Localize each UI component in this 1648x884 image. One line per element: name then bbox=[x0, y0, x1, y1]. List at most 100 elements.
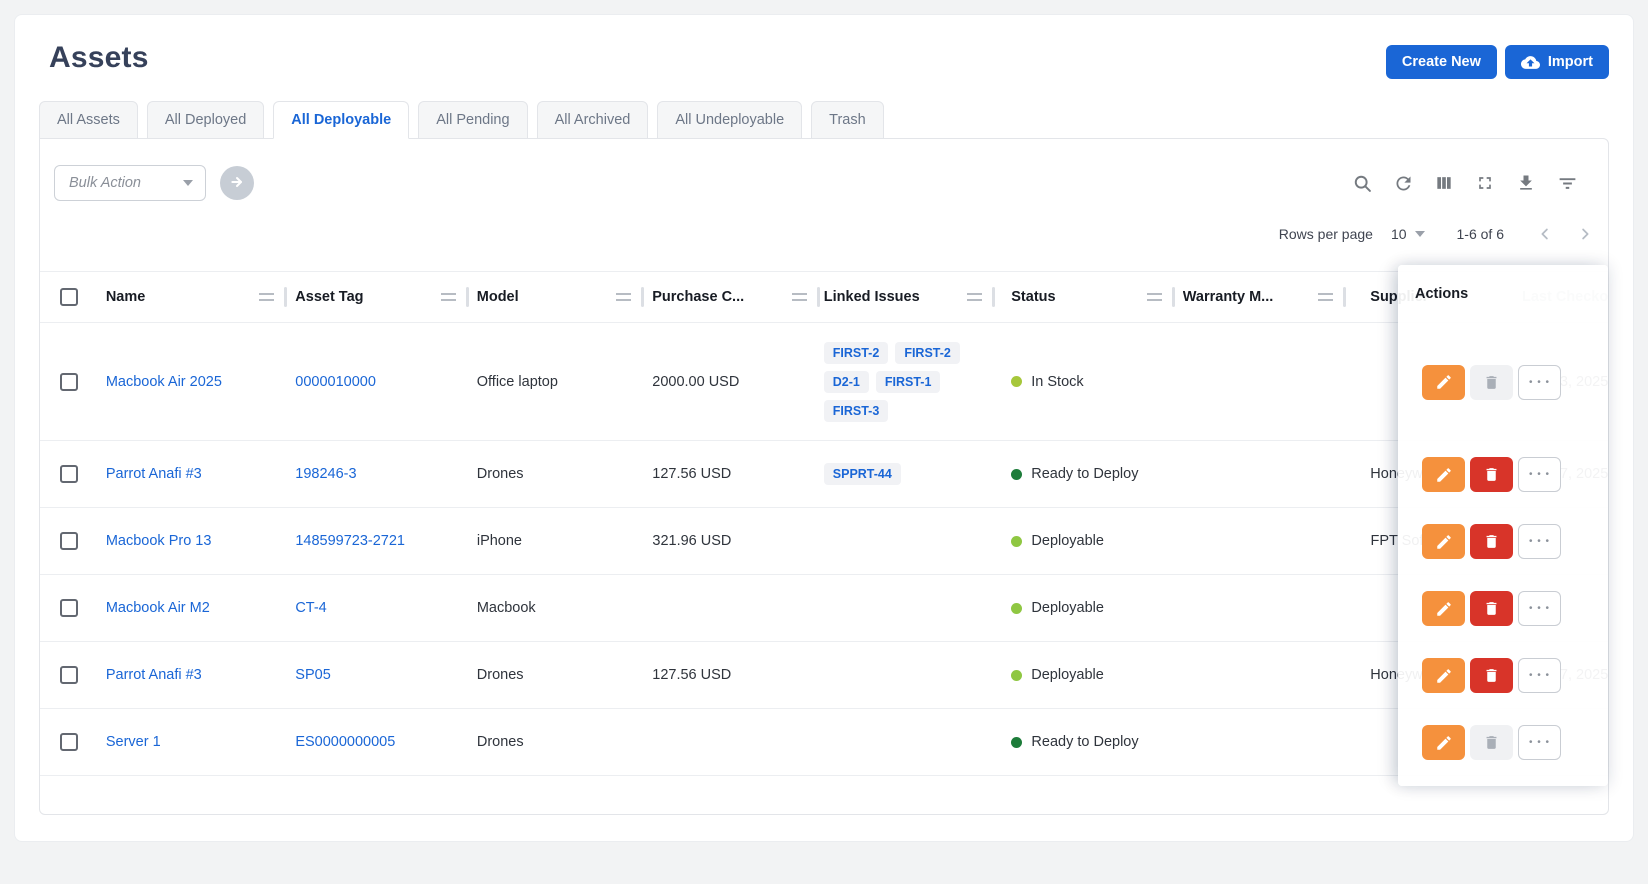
page-title: Assets bbox=[49, 41, 149, 75]
next-page-icon[interactable] bbox=[1572, 221, 1598, 247]
model-cell: iPhone bbox=[469, 533, 645, 549]
drag-handle-icon[interactable] bbox=[1147, 293, 1162, 301]
delete-button[interactable] bbox=[1470, 457, 1513, 492]
apply-bulk-action-button[interactable] bbox=[220, 166, 254, 200]
more-actions-button[interactable] bbox=[1518, 524, 1561, 559]
purchase-cost-cell: 2000.00 USD bbox=[644, 374, 820, 390]
status-dot bbox=[1011, 603, 1022, 614]
asset-name-link[interactable]: Server 1 bbox=[106, 734, 161, 750]
edit-button[interactable] bbox=[1422, 725, 1465, 760]
model-cell: Macbook bbox=[469, 600, 645, 616]
more-actions-button[interactable] bbox=[1518, 725, 1561, 760]
import-button[interactable]: Import bbox=[1505, 45, 1609, 79]
asset-tag-link[interactable]: 198246-3 bbox=[295, 466, 356, 482]
issue-chip[interactable]: D2-1 bbox=[824, 371, 869, 393]
select-all-checkbox[interactable] bbox=[60, 288, 78, 306]
column-header-status[interactable]: Status bbox=[1011, 289, 1141, 305]
edit-button[interactable] bbox=[1422, 591, 1465, 626]
purchase-cost-cell: 127.56 USD bbox=[644, 466, 820, 482]
row-checkbox[interactable] bbox=[60, 373, 78, 391]
create-new-label: Create New bbox=[1402, 54, 1481, 70]
delete-button[interactable] bbox=[1470, 524, 1513, 559]
issue-chip[interactable]: FIRST-3 bbox=[824, 400, 889, 422]
drag-handle-icon[interactable] bbox=[441, 293, 456, 301]
drag-handle-icon[interactable] bbox=[616, 293, 631, 301]
tab-all-archived[interactable]: All Archived bbox=[537, 101, 649, 139]
asset-tag-link[interactable]: SP05 bbox=[295, 667, 330, 683]
row-actions bbox=[1398, 441, 1608, 508]
edit-button[interactable] bbox=[1422, 524, 1465, 559]
asset-tag-link[interactable]: 148599723-2721 bbox=[295, 533, 405, 549]
status-dot bbox=[1011, 469, 1022, 480]
row-checkbox[interactable] bbox=[60, 666, 78, 684]
tab-all-assets[interactable]: All Assets bbox=[39, 101, 138, 139]
issue-chip[interactable]: FIRST-2 bbox=[895, 342, 960, 364]
table-tool-icons bbox=[1351, 172, 1586, 194]
asset-name-link[interactable]: Macbook Air 2025 bbox=[106, 374, 222, 390]
card-header: Assets Create New Import bbox=[39, 41, 1609, 79]
edit-button[interactable] bbox=[1422, 457, 1465, 492]
column-header-model[interactable]: Model bbox=[477, 289, 611, 305]
asset-tag-link[interactable]: CT-4 bbox=[295, 600, 326, 616]
table-toolbar: Bulk Action bbox=[40, 139, 1608, 201]
table-header-row: Name Asset Tag Model Purchase C... Linke… bbox=[40, 271, 1608, 323]
filter-icon[interactable] bbox=[1556, 172, 1578, 194]
column-header-name[interactable]: Name bbox=[106, 289, 253, 305]
asset-name-link[interactable]: Parrot Anafi #3 bbox=[106, 667, 202, 683]
column-header-linked-issues[interactable]: Linked Issues bbox=[824, 289, 961, 305]
search-icon[interactable] bbox=[1351, 172, 1373, 194]
tab-trash[interactable]: Trash bbox=[811, 101, 884, 139]
model-cell: Drones bbox=[469, 734, 645, 750]
refresh-icon[interactable] bbox=[1392, 172, 1414, 194]
asset-name-link[interactable]: Macbook Air M2 bbox=[106, 600, 210, 616]
rows-per-page-select[interactable]: 10 bbox=[1387, 226, 1429, 242]
row-actions bbox=[1398, 323, 1608, 441]
status-dot bbox=[1011, 376, 1022, 387]
row-checkbox[interactable] bbox=[60, 599, 78, 617]
assets-card: Assets Create New Import All Assets All … bbox=[14, 14, 1634, 842]
bulk-action-select[interactable]: Bulk Action bbox=[54, 165, 206, 201]
delete-button[interactable] bbox=[1470, 725, 1513, 760]
pagination-range: 1-6 of 6 bbox=[1457, 226, 1504, 242]
tab-all-undeployable[interactable]: All Undeployable bbox=[657, 101, 802, 139]
issue-chip[interactable]: FIRST-2 bbox=[824, 342, 889, 364]
edit-button[interactable] bbox=[1422, 365, 1465, 400]
delete-button[interactable] bbox=[1470, 658, 1513, 693]
row-checkbox[interactable] bbox=[60, 465, 78, 483]
tab-all-pending[interactable]: All Pending bbox=[418, 101, 527, 139]
more-actions-button[interactable] bbox=[1518, 457, 1561, 492]
download-icon[interactable] bbox=[1515, 172, 1537, 194]
row-checkbox[interactable] bbox=[60, 532, 78, 550]
issue-chip[interactable]: SPPRT-44 bbox=[824, 463, 901, 485]
drag-handle-icon[interactable] bbox=[259, 293, 274, 301]
issue-chip[interactable]: FIRST-1 bbox=[876, 371, 941, 393]
rows-per-page-label: Rows per page bbox=[1279, 226, 1373, 242]
asset-tag-link[interactable]: ES0000000005 bbox=[295, 734, 395, 750]
tab-all-deployed[interactable]: All Deployed bbox=[147, 101, 264, 139]
column-header-asset-tag[interactable]: Asset Tag bbox=[295, 289, 434, 305]
more-actions-button[interactable] bbox=[1518, 365, 1561, 400]
table-row: Macbook Pro 13 148599723-2721 iPhone 321… bbox=[40, 508, 1608, 575]
asset-name-link[interactable]: Macbook Pro 13 bbox=[106, 533, 212, 549]
drag-handle-icon[interactable] bbox=[967, 293, 982, 301]
delete-button[interactable] bbox=[1470, 591, 1513, 626]
asset-tag-link[interactable]: 0000010000 bbox=[295, 374, 376, 390]
previous-page-icon[interactable] bbox=[1532, 221, 1558, 247]
edit-button[interactable] bbox=[1422, 658, 1465, 693]
columns-icon[interactable] bbox=[1433, 172, 1455, 194]
row-actions bbox=[1398, 709, 1608, 776]
column-header-warranty[interactable]: Warranty M... bbox=[1183, 289, 1313, 305]
delete-button[interactable] bbox=[1470, 365, 1513, 400]
more-actions-button[interactable] bbox=[1518, 658, 1561, 693]
fullscreen-icon[interactable] bbox=[1474, 172, 1496, 194]
purchase-cost-cell: 321.96 USD bbox=[644, 533, 820, 549]
create-new-button[interactable]: Create New bbox=[1386, 45, 1497, 79]
tab-all-deployable[interactable]: All Deployable bbox=[273, 101, 409, 139]
row-checkbox[interactable] bbox=[60, 733, 78, 751]
drag-handle-icon[interactable] bbox=[792, 293, 807, 301]
status-dot bbox=[1011, 670, 1022, 681]
more-actions-button[interactable] bbox=[1518, 591, 1561, 626]
asset-name-link[interactable]: Parrot Anafi #3 bbox=[106, 466, 202, 482]
column-header-purchase-cost[interactable]: Purchase C... bbox=[652, 289, 786, 305]
drag-handle-icon[interactable] bbox=[1318, 293, 1333, 301]
